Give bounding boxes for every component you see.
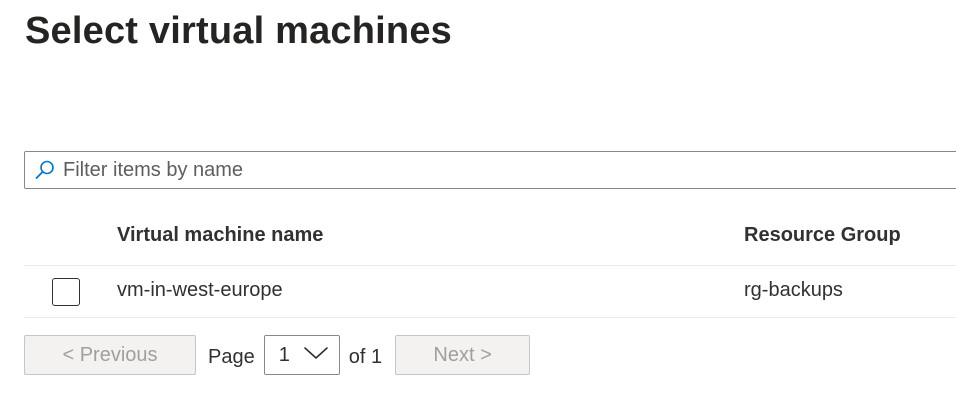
page-title: Select virtual machines [25, 10, 453, 52]
page-label: Page [208, 345, 255, 368]
vm-name-cell: vm-in-west-europe [117, 279, 283, 301]
table-header-row: Virtual machine name Resource Group [24, 209, 956, 266]
filter-box[interactable] [24, 151, 956, 189]
previous-button[interactable]: < Previous [24, 335, 196, 375]
resource-group-cell: rg-backups [744, 279, 843, 301]
row-select-checkbox[interactable] [52, 278, 80, 306]
next-button[interactable]: Next > [395, 335, 531, 375]
pagination: < Previous Page 1 of 1 Next > [24, 335, 531, 375]
column-header-vm-name[interactable]: Virtual machine name [117, 224, 323, 247]
table-row[interactable]: vm-in-west-europe rg-backups [24, 266, 956, 318]
vm-table: Virtual machine name Resource Group vm-i… [24, 209, 956, 318]
search-icon [34, 159, 56, 181]
page-select[interactable]: 1 [263, 335, 340, 375]
filter-input[interactable] [63, 158, 923, 182]
column-header-resource-group[interactable]: Resource Group [744, 224, 901, 247]
page-count-label: of 1 [348, 345, 383, 368]
chevron-down-icon [303, 345, 329, 366]
current-page-value: 1 [278, 343, 290, 366]
